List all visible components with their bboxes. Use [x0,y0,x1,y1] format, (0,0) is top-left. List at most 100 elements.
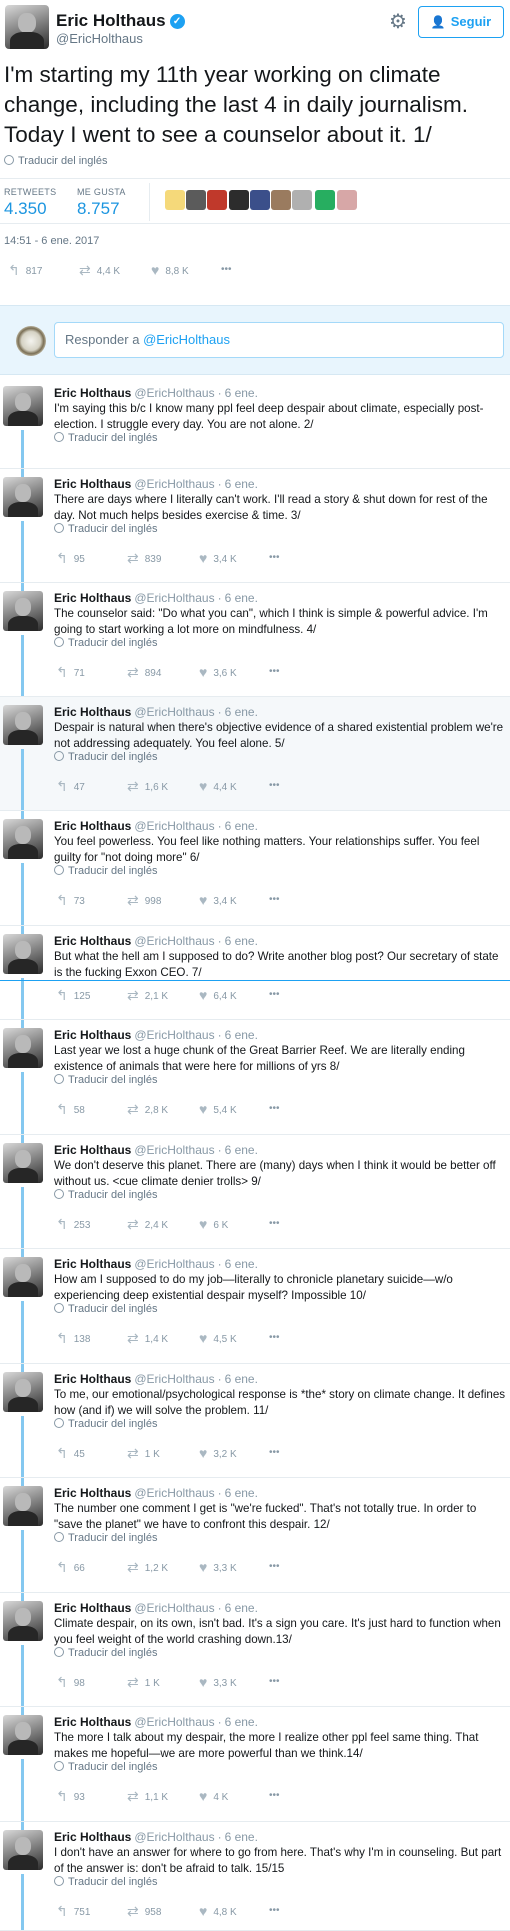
more-button[interactable]: ••• [269,1443,280,1463]
reply-author-avatar[interactable] [3,591,43,631]
reply-header[interactable]: Eric Holthaus @EricHolthaus · 6 ene. [54,477,258,491]
reply-header[interactable]: Eric Holthaus @EricHolthaus · 6 ene. [54,819,258,833]
reply-button[interactable]: ↰ 73 [56,890,85,910]
translate-link[interactable]: Traducir del inglés [54,432,157,444]
retweet-button[interactable]: ⇄ 998 [127,890,161,910]
reply-header[interactable]: Eric Holthaus @EricHolthaus · 6 ene. [54,591,258,605]
reply-author-name[interactable]: Eric Holthaus [54,1830,131,1844]
more-button[interactable]: ••• [269,890,280,910]
reply-author-handle[interactable]: @EricHolthaus [134,1143,214,1157]
like-button[interactable]: ♥ 3,3 K [199,1672,237,1692]
reply-header[interactable]: Eric Holthaus @EricHolthaus · 6 ene. [54,1257,258,1271]
reply-button[interactable]: ↰ 138 [56,1328,90,1348]
reply-button[interactable]: ↰ 71 [56,662,85,682]
translate-link[interactable]: Traducir del inglés [54,1303,157,1315]
reply-author-handle[interactable]: @EricHolthaus [134,934,214,948]
like-button[interactable]: ♥ 3,2 K [199,1443,237,1463]
reply-author-name[interactable]: Eric Holthaus [54,1601,131,1615]
like-button[interactable]: ♥ 6 K [199,1214,228,1234]
reply-input[interactable]: Responder a @EricHolthaus [54,322,504,358]
thread-reply[interactable]: Eric Holthaus @EricHolthaus · 6 ene. To me, … [0,1364,510,1495]
tweet-timestamp[interactable]: 14:51 - 6 ene. 2017 [4,235,99,247]
follow-button[interactable]: 👤 Seguir [418,6,504,38]
reply-author-avatar[interactable] [3,1257,43,1297]
like-button[interactable]: ♥ 3,4 K [199,548,237,568]
thread-reply[interactable]: Eric Holthaus @EricHolthaus · 6 ene. The num… [0,1478,510,1610]
more-button[interactable]: ••• [269,1328,280,1348]
reply-date[interactable]: 6 ene. [225,1601,258,1615]
reply-header[interactable]: Eric Holthaus @EricHolthaus · 6 ene. [54,1715,258,1729]
reply-author-name[interactable]: Eric Holthaus [54,705,131,719]
reply-author-handle[interactable]: @EricHolthaus [134,1601,214,1615]
reply-date[interactable]: 6 ene. [225,1028,258,1042]
more-button[interactable]: ••• [269,776,280,796]
liker-avatar[interactable] [207,190,227,210]
liker-avatar[interactable] [315,190,335,210]
translate-link[interactable]: Traducir del inglés [54,1876,157,1888]
retweet-button[interactable]: ⇄ 1,2 K [127,1557,168,1577]
thread-reply[interactable]: Eric Holthaus @EricHolthaus · 6 ene. I don't… [0,1822,510,1931]
translate-link[interactable]: Traducir del inglés [54,1074,157,1086]
thread-reply[interactable]: Eric Holthaus @EricHolthaus · 6 ene. There a… [0,469,510,600]
reply-author-avatar[interactable] [3,386,43,426]
reply-date[interactable]: 6 ene. [225,1257,258,1271]
thread-reply[interactable]: Eric Holthaus @EricHolthaus · 6 ene. How am … [0,1249,510,1381]
retweet-button[interactable]: ⇄ 4,4 K [79,260,120,280]
translate-link[interactable]: Traducir del inglés [54,523,157,535]
reply-date[interactable]: 6 ene. [225,819,258,833]
thread-reply[interactable]: Eric Holthaus @EricHolthaus · 6 ene. Last ye… [0,1020,510,1152]
reply-author-avatar[interactable] [3,934,43,974]
reply-author-name[interactable]: Eric Holthaus [54,1143,131,1157]
reply-date[interactable]: 6 ene. [225,1372,258,1386]
reply-date[interactable]: 6 ene. [225,386,258,400]
liker-avatar[interactable] [165,190,185,210]
reply-author-handle[interactable]: @EricHolthaus [134,819,214,833]
more-button[interactable]: ••• [269,548,280,568]
thread-reply[interactable]: Eric Holthaus @EricHolthaus · 6 ene. We don'… [0,1135,510,1266]
reply-button[interactable]: ↰ 95 [56,548,85,568]
author-avatar[interactable] [5,5,49,49]
reply-button[interactable]: ↰ 253 [56,1214,90,1234]
reply-author-name[interactable]: Eric Holthaus [54,1257,131,1271]
like-button[interactable]: ♥ 8,8 K [151,260,189,280]
reply-author-avatar[interactable] [3,477,43,517]
like-button[interactable]: ♥ 4,5 K [199,1328,237,1348]
more-button[interactable]: ••• [269,1672,280,1692]
reply-button[interactable]: ↰ 45 [56,1443,85,1463]
reply-author-avatar[interactable] [3,1601,43,1641]
thread-reply[interactable]: Eric Holthaus @EricHolthaus · 6 ene. But wha… [0,926,510,1036]
translate-link[interactable]: Traducir del inglés [54,865,157,877]
reply-date[interactable]: 6 ene. [225,591,258,605]
more-button[interactable]: ••• [269,1901,280,1921]
reply-author-avatar[interactable] [3,1372,43,1412]
author-name-text[interactable]: Eric Holthaus [56,11,166,30]
retweet-button[interactable]: ⇄ 839 [127,548,161,568]
like-button[interactable]: ♥ 3,3 K [199,1557,237,1577]
like-button[interactable]: ♥ 4 K [199,1786,228,1806]
reply-author-handle[interactable]: @EricHolthaus [134,1257,214,1271]
retweet-button[interactable]: ⇄ 958 [127,1901,161,1921]
thread-reply[interactable]: Eric Holthaus @EricHolthaus · 6 ene. The cou… [0,583,510,714]
thread-reply[interactable]: Eric Holthaus @EricHolthaus · 6 ene. The mor… [0,1707,510,1839]
reply-date[interactable]: 6 ene. [225,705,258,719]
reply-header[interactable]: Eric Holthaus @EricHolthaus · 6 ene. [54,934,258,948]
reply-author-name[interactable]: Eric Holthaus [54,934,131,948]
reply-author-avatar[interactable] [3,819,43,859]
reply-header[interactable]: Eric Holthaus @EricHolthaus · 6 ene. [54,1830,258,1844]
reply-date[interactable]: 6 ene. [225,477,258,491]
reply-button[interactable]: ↰ 751 [56,1901,90,1921]
reply-author-handle[interactable]: @EricHolthaus [134,1372,214,1386]
like-button[interactable]: ♥ 5,4 K [199,1099,237,1119]
reply-date[interactable]: 6 ene. [225,1715,258,1729]
author-handle[interactable]: @EricHolthaus [56,31,143,46]
reply-button[interactable]: ↰ 47 [56,776,85,796]
retweet-button[interactable]: ⇄ 2,8 K [127,1099,168,1119]
liker-avatar[interactable] [250,190,270,210]
reply-header[interactable]: Eric Holthaus @EricHolthaus · 6 ene. [54,1372,258,1386]
reply-header[interactable]: Eric Holthaus @EricHolthaus · 6 ene. [54,1486,258,1500]
reply-author-avatar[interactable] [3,1143,43,1183]
thread-reply[interactable]: Eric Holthaus @EricHolthaus · 6 ene. Climate… [0,1593,510,1724]
reply-author-name[interactable]: Eric Holthaus [54,819,131,833]
retweet-button[interactable]: ⇄ 1,6 K [127,776,168,796]
liker-avatar[interactable] [229,190,249,210]
